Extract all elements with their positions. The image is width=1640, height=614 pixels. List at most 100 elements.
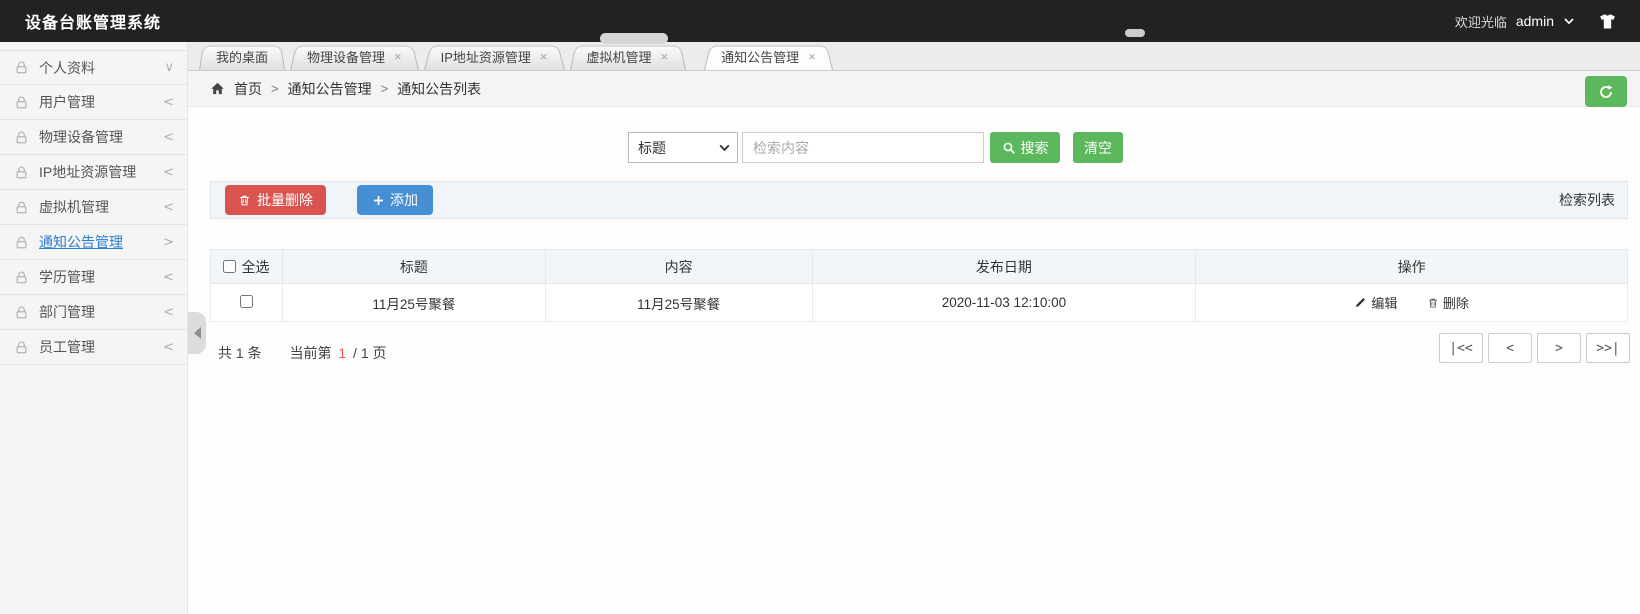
- edit-link[interactable]: 编辑: [1354, 293, 1397, 312]
- column-header-content: 内容: [544, 249, 813, 284]
- close-icon[interactable]: ×: [808, 50, 816, 63]
- lock-icon: [14, 60, 29, 75]
- lock-icon: [14, 340, 29, 355]
- breadcrumb-separator: >: [271, 81, 279, 96]
- trash-icon: [238, 194, 251, 207]
- sidebar-item-label: 虚拟机管理: [39, 199, 109, 215]
- add-button-label: 添加: [390, 192, 418, 208]
- current-page-prefix: 当前第: [289, 345, 332, 361]
- chevron-left-icon: <: [163, 94, 174, 110]
- sidebar-item-label: 用户管理: [39, 94, 95, 110]
- scrollbar-thumb[interactable]: [600, 33, 668, 44]
- search-field-select-wrap: 标题: [628, 132, 738, 163]
- table-row: 11月25号聚餐 11月25号聚餐 2020-11-03 12:10:00 编辑…: [210, 283, 1628, 322]
- chevron-left-icon: <: [163, 199, 174, 215]
- sidebar-item-label: 部门管理: [39, 304, 95, 320]
- sidebar-item-user-management[interactable]: 用户管理 <: [0, 85, 187, 120]
- tab-virtual-machine[interactable]: 虚拟机管理 ×: [570, 43, 686, 70]
- list-title: 检索列表: [1559, 192, 1615, 208]
- sidebar-item-label: 个人资料: [39, 59, 95, 76]
- search-button-label: 搜索: [1020, 139, 1049, 156]
- current-page-suffix: / 1 页: [353, 345, 387, 361]
- breadcrumb-separator: >: [380, 81, 389, 96]
- home-icon: [210, 81, 225, 96]
- first-page-button[interactable]: |<<: [1439, 333, 1483, 363]
- close-icon[interactable]: ×: [394, 50, 402, 63]
- select-all-checkbox[interactable]: [223, 260, 237, 273]
- clear-button[interactable]: 清空: [1073, 132, 1123, 163]
- chevron-left-icon: <: [163, 164, 174, 180]
- total-count-text: 共 1 条: [218, 345, 262, 361]
- sidebar-item-employee-management[interactable]: 员工管理 <: [0, 330, 187, 365]
- sidebar-item-personal-profile[interactable]: 个人资料 ∨: [0, 50, 187, 85]
- sidebar-item-physical-device[interactable]: 物理设备管理 <: [0, 120, 187, 155]
- app-title: 设备台账管理系统: [25, 15, 162, 32]
- tab-label: 我的桌面: [216, 50, 269, 65]
- row-title-cell: 11月25号聚餐: [281, 283, 546, 322]
- tab-label: 物理设备管理: [307, 50, 386, 65]
- chevron-left-icon: <: [163, 339, 174, 355]
- column-header-title: 标题: [281, 249, 546, 284]
- close-icon[interactable]: ×: [661, 50, 669, 63]
- refresh-icon: [1598, 84, 1614, 100]
- sidebar-item-label: IP地址资源管理: [39, 164, 137, 180]
- batch-delete-label: 批量删除: [257, 192, 313, 208]
- chevron-left-icon: <: [163, 129, 174, 145]
- column-header-publish-date: 发布日期: [811, 249, 1197, 284]
- add-button[interactable]: 添加: [357, 185, 433, 215]
- pencil-icon: [1354, 296, 1367, 309]
- welcome-text: 欢迎光临: [1454, 14, 1507, 30]
- tab-ip-resource[interactable]: IP地址资源管理 ×: [424, 43, 565, 70]
- tab-bar: 我的桌面 物理设备管理 × IP地址资源管理 × 虚拟机管理 × 通知公告管理 …: [188, 42, 1640, 71]
- edit-label: 编辑: [1371, 295, 1398, 311]
- next-page-button[interactable]: >: [1537, 333, 1581, 363]
- batch-delete-button[interactable]: 批量删除: [225, 185, 326, 215]
- delete-label: 删除: [1442, 296, 1469, 312]
- sidebar-item-label: 学历管理: [39, 269, 95, 285]
- app-root: 设备台账管理系统 欢迎光临 admin 个人资料 ∨ 用户管理 < 物理设备管理: [0, 0, 1640, 614]
- sidebar-collapse-handle[interactable]: [188, 312, 206, 354]
- toolbar: 批量删除 添加 检索列表: [210, 181, 1628, 219]
- refresh-button[interactable]: [1585, 76, 1627, 107]
- delete-link[interactable]: 删除: [1427, 293, 1469, 312]
- tab-physical-device[interactable]: 物理设备管理 ×: [290, 43, 419, 70]
- close-icon[interactable]: ×: [540, 50, 548, 63]
- sidebar-item-department-management[interactable]: 部门管理 <: [0, 295, 187, 330]
- sidebar-item-notice-management[interactable]: 通知公告管理 >: [0, 225, 187, 260]
- lock-icon: [14, 305, 29, 320]
- breadcrumb-home[interactable]: 首页: [234, 79, 262, 99]
- chevron-right-icon: >: [163, 234, 174, 250]
- header-user-area: 欢迎光临 admin: [1455, 12, 1640, 31]
- chevron-left-icon: <: [163, 269, 174, 285]
- row-select-cell: [210, 283, 283, 322]
- sidebar-item-education-management[interactable]: 学历管理 <: [0, 260, 187, 295]
- username[interactable]: admin: [1516, 13, 1554, 29]
- sidebar-item-ip-resource[interactable]: IP地址资源管理 <: [0, 155, 187, 190]
- table-header-row: 全选 标题 内容 发布日期 操作: [210, 249, 1628, 284]
- shirt-icon[interactable]: [1598, 12, 1617, 31]
- breadcrumb: 首页 > 通知公告管理 > 通知公告列表: [188, 71, 1640, 107]
- sidebar-item-label: 物理设备管理: [39, 129, 123, 145]
- last-page-button[interactable]: >>|: [1586, 333, 1630, 363]
- chevron-left-icon: <: [163, 304, 174, 320]
- tab-notice-management[interactable]: 通知公告管理 ×: [704, 43, 833, 70]
- search-button[interactable]: 搜索: [990, 132, 1060, 163]
- search-input[interactable]: [742, 132, 984, 163]
- prev-page-button[interactable]: <: [1488, 333, 1532, 363]
- select-all-label: 全选: [241, 258, 270, 275]
- row-checkbox[interactable]: [239, 294, 253, 308]
- scrollbar-thumb-small: [1125, 29, 1145, 37]
- lock-icon: [14, 130, 29, 145]
- row-actions-cell: 编辑 删除: [1195, 283, 1628, 322]
- tab-my-desktop[interactable]: 我的桌面: [199, 43, 285, 70]
- chevron-down-icon: ∨: [164, 60, 174, 75]
- breadcrumb-notice-management[interactable]: 通知公告管理: [288, 79, 372, 99]
- row-content-cell: 11月25号聚餐: [544, 283, 813, 322]
- sidebar-item-virtual-machine[interactable]: 虚拟机管理 <: [0, 190, 187, 225]
- sidebar: 个人资料 ∨ 用户管理 < 物理设备管理 < IP地址资源管理 < 虚拟机管理 …: [0, 42, 188, 614]
- search-field-select[interactable]: 标题: [628, 132, 738, 163]
- lock-icon: [14, 235, 29, 250]
- tab-label: IP地址资源管理: [440, 50, 531, 65]
- plus-icon: [372, 194, 385, 207]
- caret-down-icon[interactable]: [1563, 15, 1575, 27]
